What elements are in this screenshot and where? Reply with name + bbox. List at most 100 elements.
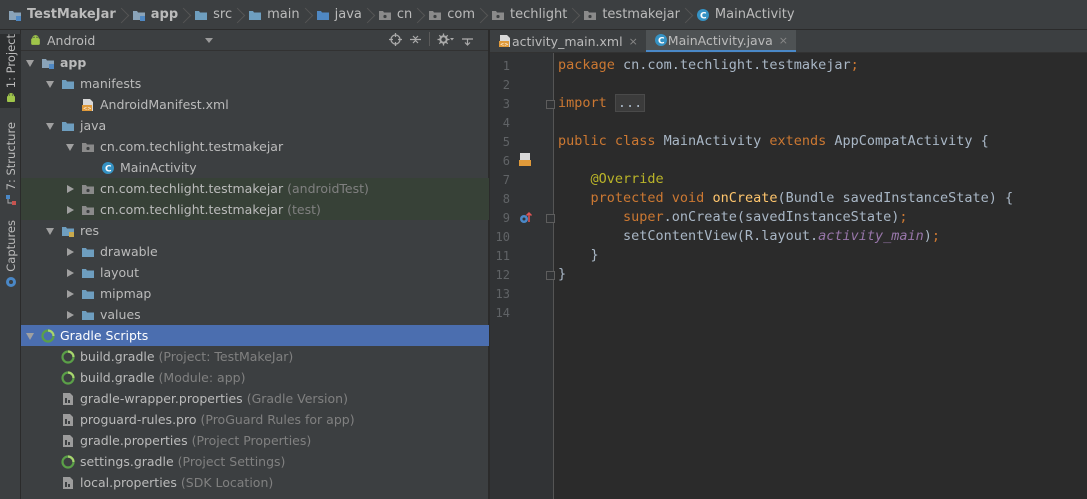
tree-node[interactable]: layout — [21, 262, 489, 283]
editor-gutter: 1 2 3 4 5 6 7 8 9 10 11 12 13 14 — [490, 53, 555, 499]
captures-tool-tab-label: Captures — [3, 220, 18, 272]
breadcrumb-separator — [236, 0, 244, 30]
tree-node-hint: (Gradle Version) — [246, 391, 348, 406]
tree-node[interactable]: app — [21, 52, 489, 73]
breadcrumb-item-testmakejar[interactable]: TestMakeJar — [6, 0, 120, 30]
expanded-arrow-icon[interactable] — [25, 331, 35, 341]
breadcrumb-separator — [304, 0, 312, 30]
tree-node-label: AndroidManifest.xml — [100, 97, 229, 112]
tree-node[interactable]: gradle.properties (Project Properties) — [21, 430, 489, 451]
line-number: 10 — [495, 230, 510, 244]
tree-node[interactable]: <> AndroidManifest.xml — [21, 94, 489, 115]
code-token: public class — [558, 133, 664, 149]
project-panel-tools — [389, 32, 474, 46]
breadcrumb-item-techlight[interactable]: techlight — [489, 0, 571, 30]
code-line: setContentView(R.layout.activity_main); — [558, 228, 940, 244]
layout-reference-icon[interactable] — [518, 152, 534, 168]
folder-icon — [249, 10, 262, 20]
override-method-icon[interactable] — [518, 210, 534, 226]
locate-target-icon[interactable] — [389, 32, 402, 46]
collapsed-arrow-icon[interactable] — [65, 289, 75, 299]
collapsed-arrow-icon[interactable] — [65, 205, 75, 215]
breadcrumb-item-mainactivity[interactable]: C MainActivity — [694, 0, 799, 30]
code-token[interactable]: ... — [614, 94, 646, 112]
breadcrumb-item-app[interactable]: app — [130, 0, 182, 30]
gear-icon[interactable] — [437, 33, 454, 46]
collapsed-arrow-icon[interactable] — [65, 184, 75, 194]
code-token: @Override — [590, 171, 664, 187]
tree-node-label: java — [80, 118, 107, 133]
tree-node-label: proguard-rules.pro — [80, 412, 197, 427]
package-icon — [584, 10, 597, 20]
expanded-arrow-icon[interactable] — [45, 121, 55, 131]
module-icon — [42, 58, 54, 69]
code-token: protected void — [590, 190, 713, 206]
collapse-all-icon[interactable] — [409, 33, 422, 46]
breadcrumb-item-main[interactable]: main — [246, 0, 303, 30]
tree-node-label: build.gradle — [80, 349, 155, 364]
close-icon[interactable]: × — [779, 34, 788, 47]
collapsed-arrow-icon[interactable] — [65, 268, 75, 278]
tree-node-label: cn.com.techlight.testmakejar — [100, 202, 284, 217]
code-token: extends — [769, 133, 835, 149]
expanded-arrow-icon[interactable] — [25, 58, 35, 68]
tree-node[interactable]: build.gradle (Project: TestMakeJar) — [21, 346, 489, 367]
fold-marker-icon[interactable] — [546, 100, 555, 109]
breadcrumb-separator — [571, 0, 579, 30]
breadcrumb-item-com[interactable]: com — [426, 0, 479, 30]
tree-node[interactable]: C MainActivity — [21, 157, 489, 178]
code-area[interactable]: 1 2 3 4 5 6 7 8 9 10 11 12 13 14 package cn.com.techl… — [490, 53, 1087, 499]
expanded-arrow-icon[interactable] — [45, 226, 55, 236]
tree-node[interactable]: cn.com.techlight.testmakejar (test) — [21, 199, 489, 220]
fold-marker-icon[interactable] — [546, 271, 555, 280]
tree-node[interactable]: res — [21, 220, 489, 241]
tree-node[interactable]: cn.com.techlight.testmakejar — [21, 136, 489, 157]
tree-node[interactable]: drawable — [21, 241, 489, 262]
project-view-selector[interactable]: Android — [29, 31, 213, 50]
gradle-icon — [61, 454, 75, 469]
tree-node[interactable]: local.properties (SDK Location) — [21, 472, 489, 493]
expanded-arrow-icon[interactable] — [45, 79, 55, 89]
res-folder-icon — [62, 226, 74, 237]
code-line: } — [558, 247, 599, 263]
class-icon: C — [102, 161, 114, 174]
project-tool-tab[interactable]: 1: Project — [0, 34, 21, 109]
line-number: 1 — [502, 59, 510, 73]
tree-node[interactable]: proguard-rules.pro (ProGuard Rules for ap… — [21, 409, 489, 430]
fold-marker-icon[interactable] — [546, 214, 555, 223]
breadcrumb-separator — [479, 0, 487, 30]
package-icon — [429, 10, 442, 20]
tree-node[interactable]: Gradle Scripts — [21, 325, 489, 346]
tree-node[interactable]: manifests — [21, 73, 489, 94]
close-icon[interactable]: × — [629, 35, 638, 48]
breadcrumb-item-java[interactable]: java — [314, 0, 366, 30]
tree-node-hint: (test) — [287, 202, 321, 217]
editor-tab[interactable]: <> activity_main.xml × — [490, 30, 646, 52]
tree-node[interactable]: mipmap — [21, 283, 489, 304]
tree-node-label: res — [80, 223, 100, 238]
chevron-down-icon — [205, 37, 213, 43]
editor-tab[interactable]: C MainActivity.java × — [645, 30, 796, 52]
tree-node-label: gradle-wrapper.properties — [80, 391, 243, 406]
hide-panel-icon[interactable] — [461, 33, 474, 46]
tree-node[interactable]: settings.gradle (Project Settings) — [21, 451, 489, 472]
collapsed-arrow-icon[interactable] — [65, 310, 75, 320]
tree-node[interactable]: cn.com.techlight.testmakejar (androidTest… — [21, 178, 489, 199]
tree-node-hint: (ProGuard Rules for app) — [200, 412, 355, 427]
tree-node[interactable]: java — [21, 115, 489, 136]
tree-node[interactable]: values — [21, 304, 489, 325]
tree-node-label: Gradle Scripts — [60, 328, 149, 343]
navigation-breadcrumb: TestMakeJar app src main java cn com techlight t… — [0, 0, 1087, 30]
tree-node[interactable]: gradle-wrapper.properties (Gradle Version… — [21, 388, 489, 409]
tree-node-label: app — [60, 55, 87, 70]
folder-icon — [82, 289, 94, 299]
breadcrumb-item-testmakejar[interactable]: testmakejar — [581, 0, 684, 30]
captures-tool-tab[interactable]: Captures — [0, 220, 21, 288]
tree-node[interactable]: build.gradle (Module: app) — [21, 367, 489, 388]
structure-tool-tab[interactable]: 7: Structure — [0, 122, 21, 206]
tree-node-label: values — [100, 307, 141, 322]
expanded-arrow-icon[interactable] — [65, 142, 75, 152]
collapsed-arrow-icon[interactable] — [65, 247, 75, 257]
code-line: import ... — [558, 94, 646, 112]
